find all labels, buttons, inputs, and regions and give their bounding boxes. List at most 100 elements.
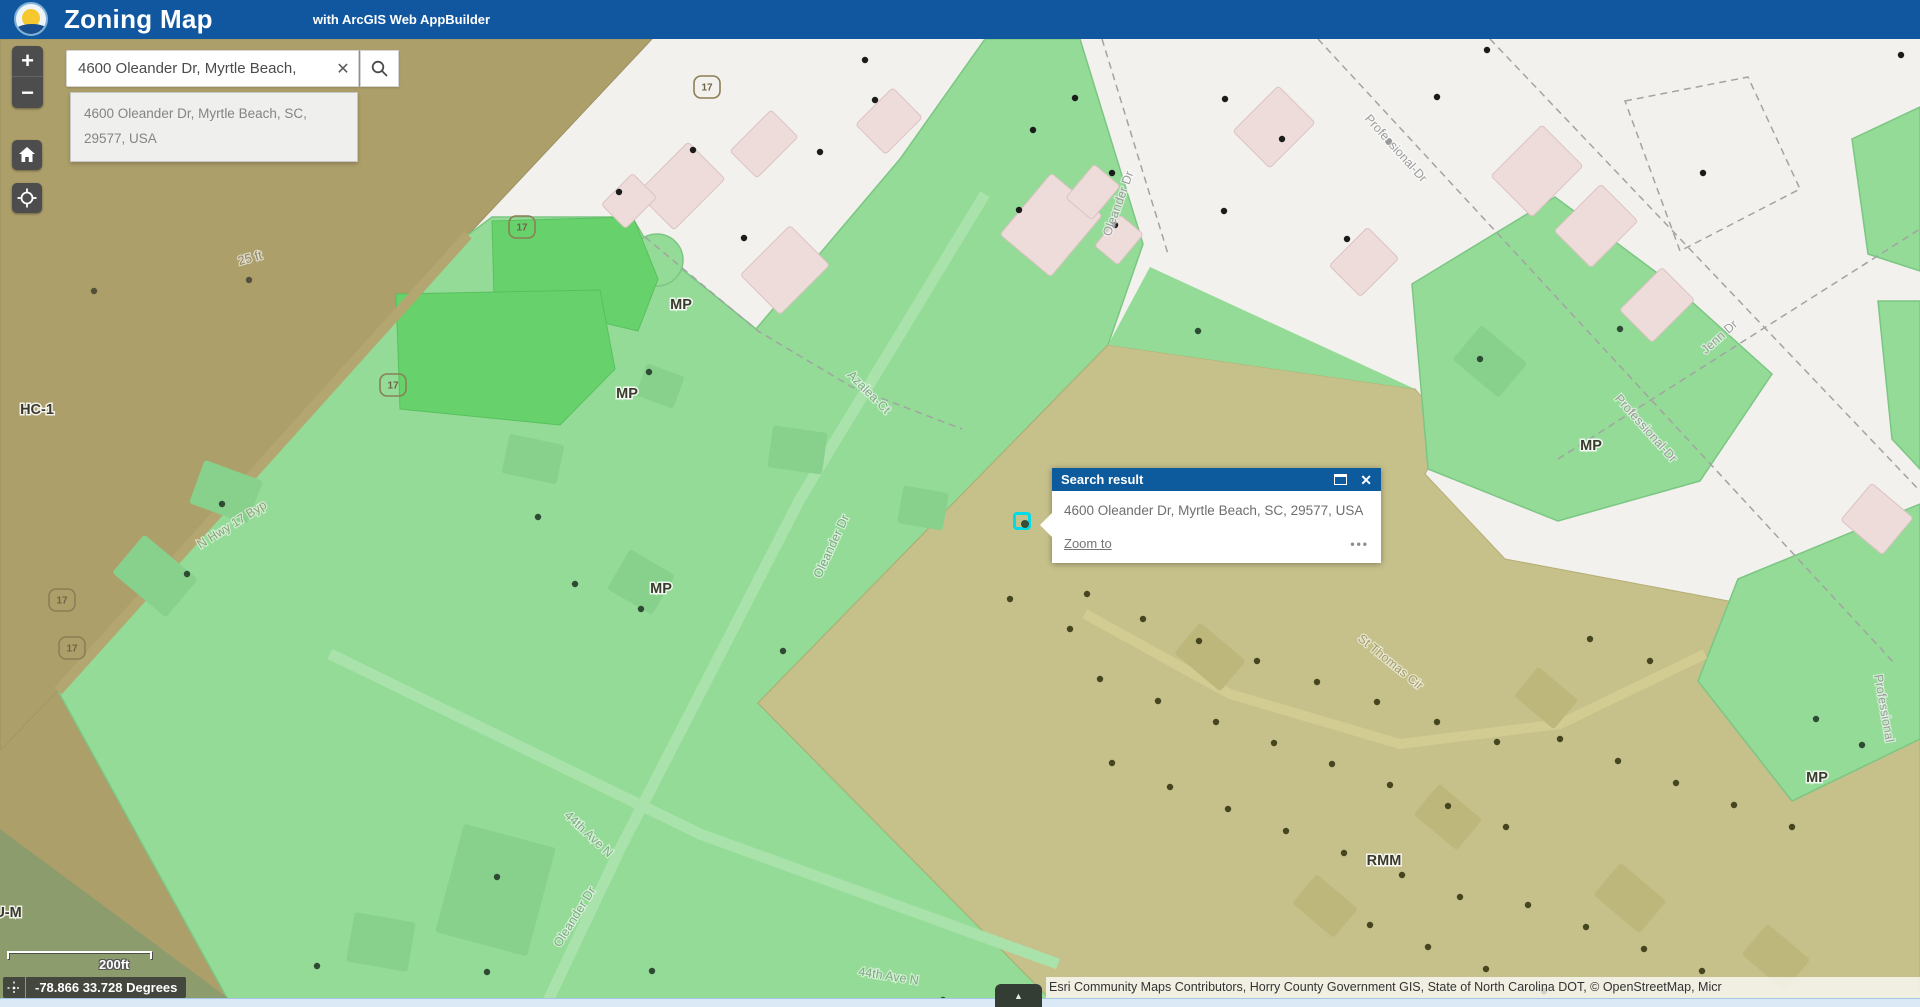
zone-label: HC-1	[20, 402, 54, 418]
parcel-point	[1109, 170, 1115, 176]
search-result-popup: Search result ✕ 4600 Oleander Dr, Myrtle…	[1052, 468, 1381, 563]
building	[346, 912, 416, 972]
popup-body: 4600 Oleander Dr, Myrtle Beach, SC, 2957…	[1052, 491, 1381, 563]
popup-close-icon[interactable]: ✕	[1360, 473, 1372, 487]
crosshair-icon	[7, 981, 21, 995]
popup-pointer	[1040, 512, 1053, 538]
parcel-point	[616, 189, 622, 195]
zoom-out-button[interactable]: −	[12, 77, 43, 108]
parcel-point	[484, 969, 490, 975]
parcel-point	[1494, 739, 1500, 745]
zoom-in-button[interactable]: +	[12, 46, 43, 77]
parcel-point	[1525, 902, 1531, 908]
parcel-point	[1731, 802, 1737, 808]
home-button[interactable]	[12, 140, 42, 170]
zone-label: MP	[616, 386, 638, 402]
search-clear-icon[interactable]: ✕	[328, 59, 358, 79]
parcel-point	[1084, 591, 1090, 597]
zoning-map-app: Zoning Map with ArcGIS Web AppBuilder	[0, 0, 1920, 1007]
parcel-point	[1434, 719, 1440, 725]
zone-polygons	[0, 39, 1920, 1007]
parcel-point	[780, 648, 786, 654]
parcel-point	[1222, 96, 1228, 102]
city-seal-logo	[14, 2, 48, 36]
parcel-point	[1271, 740, 1277, 746]
popup-maximize-icon[interactable]	[1334, 474, 1347, 485]
coordinate-widget: -78.866 33.728 Degrees	[3, 977, 186, 998]
search-widget: ✕ 4600 Oleander Dr, Myrtle Beach, SC, 29…	[66, 50, 399, 87]
parcel-point	[1221, 208, 1227, 214]
popup-more-button[interactable]: •••	[1350, 537, 1369, 551]
parcel-point	[1477, 356, 1483, 362]
zone-label: MP	[1806, 770, 1828, 786]
svg-text:17: 17	[516, 223, 528, 234]
search-result-marker[interactable]	[1013, 512, 1031, 530]
parcel-point	[817, 149, 823, 155]
attribute-panel-toggle-button[interactable]: ▲	[995, 984, 1042, 1007]
parcel-point	[1445, 803, 1451, 809]
parcel-point	[1483, 966, 1489, 972]
parcel-point	[1367, 922, 1373, 928]
parcel-point	[219, 501, 225, 507]
parcel-point	[1898, 52, 1904, 58]
marker-dot	[1021, 520, 1029, 528]
parcel-point	[1109, 760, 1115, 766]
parcel-point	[1195, 328, 1201, 334]
zone-label: MP	[1580, 438, 1602, 454]
map-canvas[interactable]: 1717171717 HC-1MPMPMPMPMPRMMU-MOleander …	[0, 39, 1920, 1007]
parcel-point	[1434, 94, 1440, 100]
suggestion-item[interactable]: 4600 Oleander Dr, Myrtle Beach, SC, 2957…	[71, 93, 333, 161]
popup-header: Search result ✕	[1052, 468, 1381, 491]
parcel-point	[638, 606, 644, 612]
parcel-point	[1254, 658, 1260, 664]
parcel-point	[862, 57, 868, 63]
building	[897, 485, 949, 530]
parcel-point	[1387, 782, 1393, 788]
parcel-point	[1399, 872, 1405, 878]
parcel-point	[1617, 326, 1623, 332]
parcel-point	[1072, 95, 1078, 101]
parcel-point	[1457, 894, 1463, 900]
parcel-point	[314, 963, 320, 969]
parcel-point	[1425, 944, 1431, 950]
popup-footer: Zoom to •••	[1064, 536, 1369, 551]
coordinate-tracker-button[interactable]	[3, 977, 25, 998]
zone-label: RMM	[1367, 853, 1402, 869]
parcel-point	[1813, 716, 1819, 722]
locate-icon	[17, 188, 37, 208]
parcel-point	[1329, 761, 1335, 767]
parcel-point	[572, 581, 578, 587]
popup-title: Search result	[1061, 472, 1334, 487]
search-button[interactable]	[360, 50, 399, 87]
page-title: Zoning Map	[64, 4, 213, 35]
svg-text:17: 17	[701, 83, 713, 94]
parcel-point	[1859, 742, 1865, 748]
parcel-point	[1283, 828, 1289, 834]
search-suggestions: 4600 Oleander Dr, Myrtle Beach, SC, 2957…	[70, 92, 358, 162]
parcel-point	[1067, 626, 1073, 632]
scale-bar-label: 200ft	[99, 957, 129, 972]
parcel-point	[741, 235, 747, 241]
parcel-point	[1016, 207, 1022, 213]
parcel-point	[1583, 924, 1589, 930]
parcel-point	[649, 968, 655, 974]
zone-label: MP	[650, 581, 672, 597]
parcel-point	[494, 874, 500, 880]
map-attribution: Esri Community Maps Contributors, Horry …	[1046, 977, 1920, 998]
coordinate-readout: -78.866 33.728 Degrees	[26, 977, 186, 998]
locate-button[interactable]	[12, 183, 42, 213]
parcel-point	[690, 147, 696, 153]
app-header: Zoning Map with ArcGIS Web AppBuilder	[0, 0, 1920, 39]
parcel-point	[1557, 736, 1563, 742]
building	[767, 425, 827, 474]
svg-text:17: 17	[66, 644, 78, 655]
parcel-point	[1007, 596, 1013, 602]
parcel-point	[1673, 780, 1679, 786]
parcel-point	[1641, 946, 1647, 952]
parcel-point	[1699, 968, 1705, 974]
search-input[interactable]	[67, 60, 328, 77]
parcel-point	[1155, 698, 1161, 704]
logo-sea	[14, 24, 48, 36]
zoom-to-link[interactable]: Zoom to	[1064, 536, 1112, 551]
parcel-point	[184, 571, 190, 577]
